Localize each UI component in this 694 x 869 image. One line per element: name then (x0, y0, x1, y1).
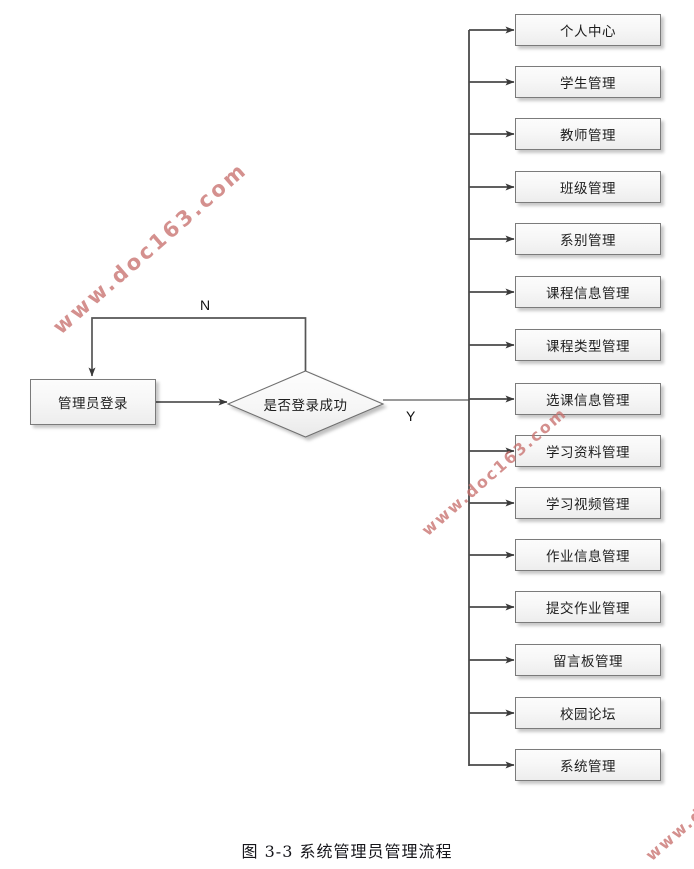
menu-item-system-management[interactable]: 系统管理 (515, 749, 661, 781)
menu-item-study-material-management[interactable]: 学习资料管理 (515, 435, 661, 467)
menu-item-course-type-management[interactable]: 课程类型管理 (515, 329, 661, 361)
menu-item-homework-info-management[interactable]: 作业信息管理 (515, 539, 661, 571)
menu-item-course-info-management[interactable]: 课程信息管理 (515, 276, 661, 308)
node-admin-login[interactable]: 管理员登录 (30, 379, 156, 425)
menu-item-personal-center[interactable]: 个人中心 (515, 14, 661, 46)
arrow-no-feedback-loop (88, 317, 307, 377)
branch-label-no: N (200, 297, 211, 313)
figure-caption: 图 3-3 系统管理员管理流程 (241, 842, 453, 861)
menu-item-department-management[interactable]: 系别管理 (515, 223, 661, 255)
menu-item-message-board-management[interactable]: 留言板管理 (515, 644, 661, 676)
flowchart-figure: 管理员登录 是否登录成功 N Y 个人中心 学生管理 教师管理 班级管理 系别管… (0, 0, 694, 869)
menu-item-course-selection-management[interactable]: 选课信息管理 (515, 383, 661, 415)
branch-arrows (469, 26, 515, 769)
menu-item-campus-forum[interactable]: 校园论坛 (515, 697, 661, 729)
menu-item-study-video-management[interactable]: 学习视频管理 (515, 487, 661, 519)
decision-diamond-shape (226, 370, 385, 438)
menu-item-homework-submission-management[interactable]: 提交作业管理 (515, 591, 661, 623)
branch-label-yes: Y (406, 408, 416, 424)
menu-item-student-management[interactable]: 学生管理 (515, 66, 661, 98)
menu-item-class-management[interactable]: 班级管理 (515, 171, 661, 203)
menu-item-teacher-management[interactable]: 教师管理 (515, 118, 661, 150)
